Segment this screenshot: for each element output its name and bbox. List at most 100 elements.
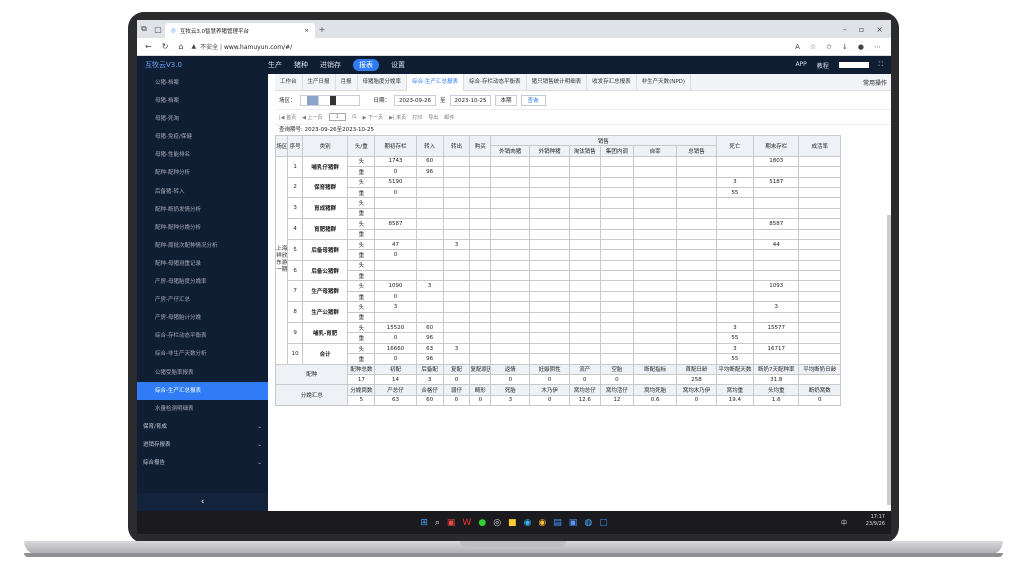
- sidebar-item[interactable]: 母猪-性能排名: [137, 146, 268, 164]
- area-select[interactable]: [299, 94, 360, 106]
- download-icon[interactable]: ↓: [842, 43, 848, 51]
- table-cell: [676, 176, 717, 188]
- sidebar-item[interactable]: 母猪-死淘: [137, 110, 268, 128]
- sidebar-item[interactable]: 母猪-免疫/保健: [137, 128, 268, 146]
- media-icon[interactable]: ▣: [569, 518, 578, 528]
- tutorial-link[interactable]: 教程: [817, 61, 829, 70]
- browser-icon[interactable]: ◍: [584, 518, 592, 528]
- menu-item[interactable]: 进销存: [320, 60, 341, 70]
- table-cell: 重: [347, 228, 376, 240]
- app2-icon[interactable]: ▢: [599, 518, 608, 528]
- menu-item[interactable]: 报表: [353, 59, 379, 71]
- page-tab[interactable]: 工作台: [275, 73, 303, 91]
- toolbar-button[interactable]: 导出: [428, 114, 438, 121]
- app-link[interactable]: APP: [795, 61, 806, 70]
- close-icon[interactable]: ×: [304, 28, 309, 34]
- new-tab-icon[interactable]: +: [315, 25, 329, 34]
- toolbar-button[interactable]: ▶| 末页: [389, 114, 406, 121]
- browser-tab[interactable]: ◎ 互牧云3.0智慧养猪管理平台 ×: [165, 23, 315, 38]
- toolbar-button[interactable]: ▶ 下一页: [363, 114, 383, 121]
- sidebar-item[interactable]: 配种-配种分娩分析: [137, 219, 268, 237]
- sidebar-item[interactable]: 综合-生产汇总报表: [137, 381, 268, 400]
- tab-actions-icon[interactable]: ▢: [151, 25, 165, 34]
- read-aloud-icon[interactable]: A: [795, 43, 800, 51]
- user-avatar[interactable]: [838, 61, 869, 68]
- store-icon[interactable]: ▤: [553, 518, 562, 528]
- window-menu-icon[interactable]: ⧉: [137, 24, 151, 34]
- sidebar-item[interactable]: 产房-母猪胎计分娩: [137, 309, 268, 327]
- sidebar-item[interactable]: 配种-周批次配种情况分析: [137, 237, 268, 255]
- sidebar-item[interactable]: 产房-母猪胎度分娩率: [137, 273, 268, 291]
- search-icon[interactable]: ⌕: [435, 518, 440, 528]
- home-icon[interactable]: ⌂: [178, 42, 183, 51]
- page-tab[interactable]: 月报: [336, 73, 358, 91]
- favorite-icon[interactable]: ☆: [810, 43, 816, 51]
- profile-icon[interactable]: ●: [858, 43, 864, 51]
- sidebar-item[interactable]: 母猪-档案: [137, 92, 268, 110]
- collections-icon[interactable]: ✩: [826, 43, 832, 51]
- row-number: 8: [287, 301, 303, 324]
- chat-icon[interactable]: ◎: [493, 518, 501, 528]
- menu-item[interactable]: 猪种: [294, 60, 308, 70]
- table-cell: [632, 249, 678, 261]
- sidebar-item[interactable]: 公猪-档案: [137, 74, 268, 92]
- page-tab[interactable]: 综合-生产汇总报表: [407, 73, 465, 91]
- query-button[interactable]: 查询: [520, 94, 546, 106]
- date-to-input[interactable]: 2023-10-25: [449, 94, 492, 106]
- sidebar-item[interactable]: 后备猪-转入: [137, 183, 268, 201]
- url-field[interactable]: 不安全 | www.hamuyun.com/#/: [200, 42, 292, 51]
- table-cell: [490, 166, 531, 178]
- ime-indicator[interactable]: 中: [841, 518, 847, 527]
- common-ops-button[interactable]: 常用操作: [859, 78, 891, 87]
- sidebar-group[interactable]: 保育/育成 ⌄: [137, 418, 268, 436]
- sidebar-item[interactable]: 配种-母猪测重记录: [137, 255, 268, 273]
- sidebar-group[interactable]: 综合报告 ⌄: [137, 454, 268, 472]
- clock[interactable]: 17:17 23/9/26: [866, 514, 885, 528]
- column-header: 转出: [442, 135, 471, 157]
- sidebar-item[interactable]: 综合-存栏动态平衡表: [137, 327, 268, 345]
- page-tab[interactable]: 猪只销售统计明细表: [527, 73, 588, 91]
- folder-icon[interactable]: ■: [508, 518, 517, 528]
- refresh-icon[interactable]: ↻: [162, 42, 169, 51]
- close-window-icon[interactable]: ×: [876, 25, 883, 34]
- chrome-icon[interactable]: ◉: [538, 518, 546, 528]
- page-tab[interactable]: 收发存汇总报表: [587, 73, 637, 91]
- sidebar-group[interactable]: 进销存报表 ⌄: [137, 436, 268, 454]
- period-select[interactable]: 本期: [495, 94, 517, 106]
- sidebar-item[interactable]: 水量检测明细表: [137, 400, 268, 418]
- sidebar-item[interactable]: 综合-非生产天数分析: [137, 345, 268, 363]
- toolbar-button[interactable]: /1: [352, 114, 357, 120]
- sidebar-item[interactable]: 配种-配种分析: [137, 164, 268, 182]
- page-tab[interactable]: 非生产天数(NPD): [637, 73, 692, 91]
- minimize-icon[interactable]: –: [843, 25, 847, 34]
- page-number-input[interactable]: 1: [328, 113, 346, 121]
- fullscreen-icon[interactable]: ⛶: [879, 61, 883, 70]
- table-cell: [469, 342, 492, 355]
- table-cell: 0: [374, 166, 417, 178]
- start-icon[interactable]: ⊞: [420, 518, 428, 528]
- more-icon[interactable]: ⋯: [874, 43, 881, 51]
- menu-item[interactable]: 设置: [391, 60, 405, 70]
- toolbar-button[interactable]: |◀ 首页: [279, 114, 296, 121]
- edge-icon[interactable]: ◉: [524, 518, 532, 528]
- scrollbar[interactable]: [887, 215, 891, 505]
- back-icon[interactable]: ←: [145, 42, 152, 51]
- sidebar-item[interactable]: 公猪受胎率报表: [137, 364, 268, 382]
- toolbar-button[interactable]: ◀ 上一页: [302, 114, 322, 121]
- sidebar-item[interactable]: 配种-断奶发情分析: [137, 201, 268, 219]
- page-tab[interactable]: 生产日报: [303, 73, 336, 91]
- page-tab[interactable]: 母猪胎度分娩率: [358, 73, 408, 91]
- column-header: 序号: [287, 135, 303, 157]
- app-icon[interactable]: ▣: [447, 518, 456, 528]
- menu-item[interactable]: 生产: [268, 60, 282, 70]
- toolbar-button[interactable]: 邮件: [444, 114, 454, 121]
- collapse-sidebar-button[interactable]: ‹: [137, 493, 268, 511]
- wechat-icon[interactable]: ●: [478, 518, 486, 528]
- sidebar-item[interactable]: 产房-产仔汇总: [137, 291, 268, 309]
- page-tab[interactable]: 综合-存栏动态平衡表: [464, 73, 527, 91]
- toolbar-button[interactable]: 打印: [412, 114, 422, 121]
- date-from-input[interactable]: 2023-09-26: [394, 94, 436, 106]
- maximize-icon[interactable]: ▫: [859, 25, 864, 34]
- wps-icon[interactable]: W: [462, 518, 471, 528]
- sidebar: 公猪-档案 母猪-档案 母猪-死淘 母猪-免疫/保健 母猪-性能排名 配种-配种分析 后备猪…: [137, 74, 268, 511]
